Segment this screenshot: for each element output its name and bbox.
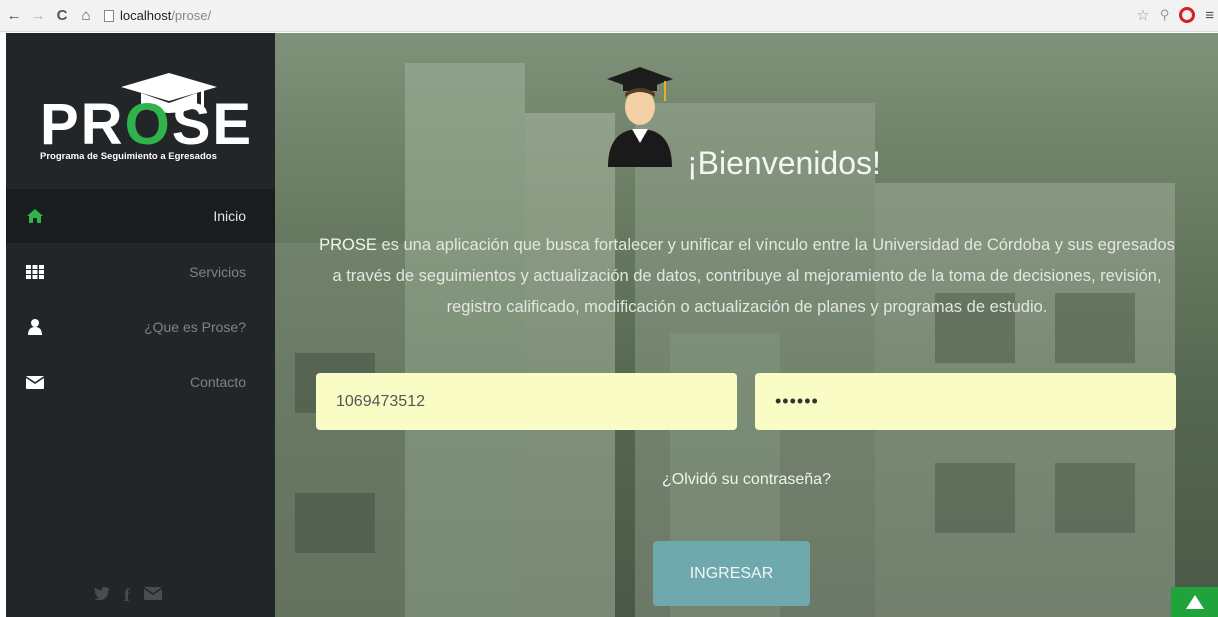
home-icon[interactable]: ⌂ — [76, 6, 96, 26]
description-brand: PROSE — [319, 236, 377, 254]
sidebar-item-inicio[interactable]: Inicio — [6, 189, 275, 243]
social-links: f — [94, 585, 163, 606]
url-host: localhost — [120, 8, 172, 23]
sidebar-item-label: Contacto — [189, 374, 246, 390]
sidebar-item-servicios[interactable]: Servicios — [6, 245, 275, 299]
extension-icon[interactable]: ⚲ — [1160, 7, 1170, 23]
home-icon — [26, 207, 44, 225]
welcome-heading: ¡Bienvenidos! — [687, 145, 881, 181]
forgot-password-link[interactable]: ¿Olvidó su contraseña? — [275, 471, 1218, 489]
sidebar-item-que-es-prose[interactable]: ¿Que es Prose? — [6, 300, 275, 354]
hero-section: ¡Bienvenidos! PROSE es una aplicación qu… — [275, 33, 1218, 617]
menu-icon[interactable]: ≡ — [1205, 7, 1214, 24]
description-body: es una aplicación que busca fortalecer y… — [332, 236, 1175, 316]
envelope-icon[interactable] — [143, 586, 163, 605]
twitter-icon[interactable] — [94, 586, 110, 605]
address-bar[interactable]: localhost/prose/ — [104, 8, 211, 23]
description-text: PROSE es una aplicación que busca fortal… — [317, 230, 1177, 323]
envelope-icon — [26, 373, 44, 391]
building-background-image — [275, 63, 1175, 617]
scroll-to-top-button[interactable] — [1171, 587, 1218, 617]
logo-wordmark: PROSE — [40, 92, 254, 157]
grid-icon — [26, 263, 44, 281]
graduate-avatar-icon — [607, 67, 673, 167]
prose-logo[interactable]: PROSE Programa de Seguimiento a Egresado… — [6, 33, 275, 189]
sidebar-item-contacto[interactable]: Contacto — [6, 355, 275, 409]
browser-toolbar: ← → C ⌂ localhost/prose/ ☆ ⚲ ≡ — [0, 0, 1218, 32]
chevron-up-icon — [1185, 595, 1204, 609]
bookmark-star-icon[interactable]: ☆ — [1136, 6, 1149, 24]
forward-arrow-icon[interactable]: → — [28, 6, 48, 26]
reload-icon[interactable]: C — [52, 6, 72, 26]
sidebar: PROSE Programa de Seguimiento a Egresado… — [6, 33, 275, 617]
facebook-icon[interactable]: f — [124, 585, 130, 606]
user-icon — [26, 318, 44, 336]
password-input[interactable]: •••••• — [755, 373, 1176, 430]
opera-icon[interactable] — [1179, 7, 1196, 23]
username-input[interactable]: 1069473512 — [316, 373, 737, 430]
sidebar-item-label: Servicios — [189, 264, 246, 280]
back-arrow-icon[interactable]: ← — [4, 6, 24, 26]
login-button[interactable]: INGRESAR — [653, 541, 810, 606]
sidebar-item-label: ¿Que es Prose? — [144, 319, 246, 335]
url-path: /prose/ — [171, 8, 212, 23]
logo-subtitle: Programa de Seguimiento a Egresados — [40, 151, 217, 162]
sidebar-item-label: Inicio — [213, 208, 246, 224]
page-icon — [104, 9, 114, 22]
